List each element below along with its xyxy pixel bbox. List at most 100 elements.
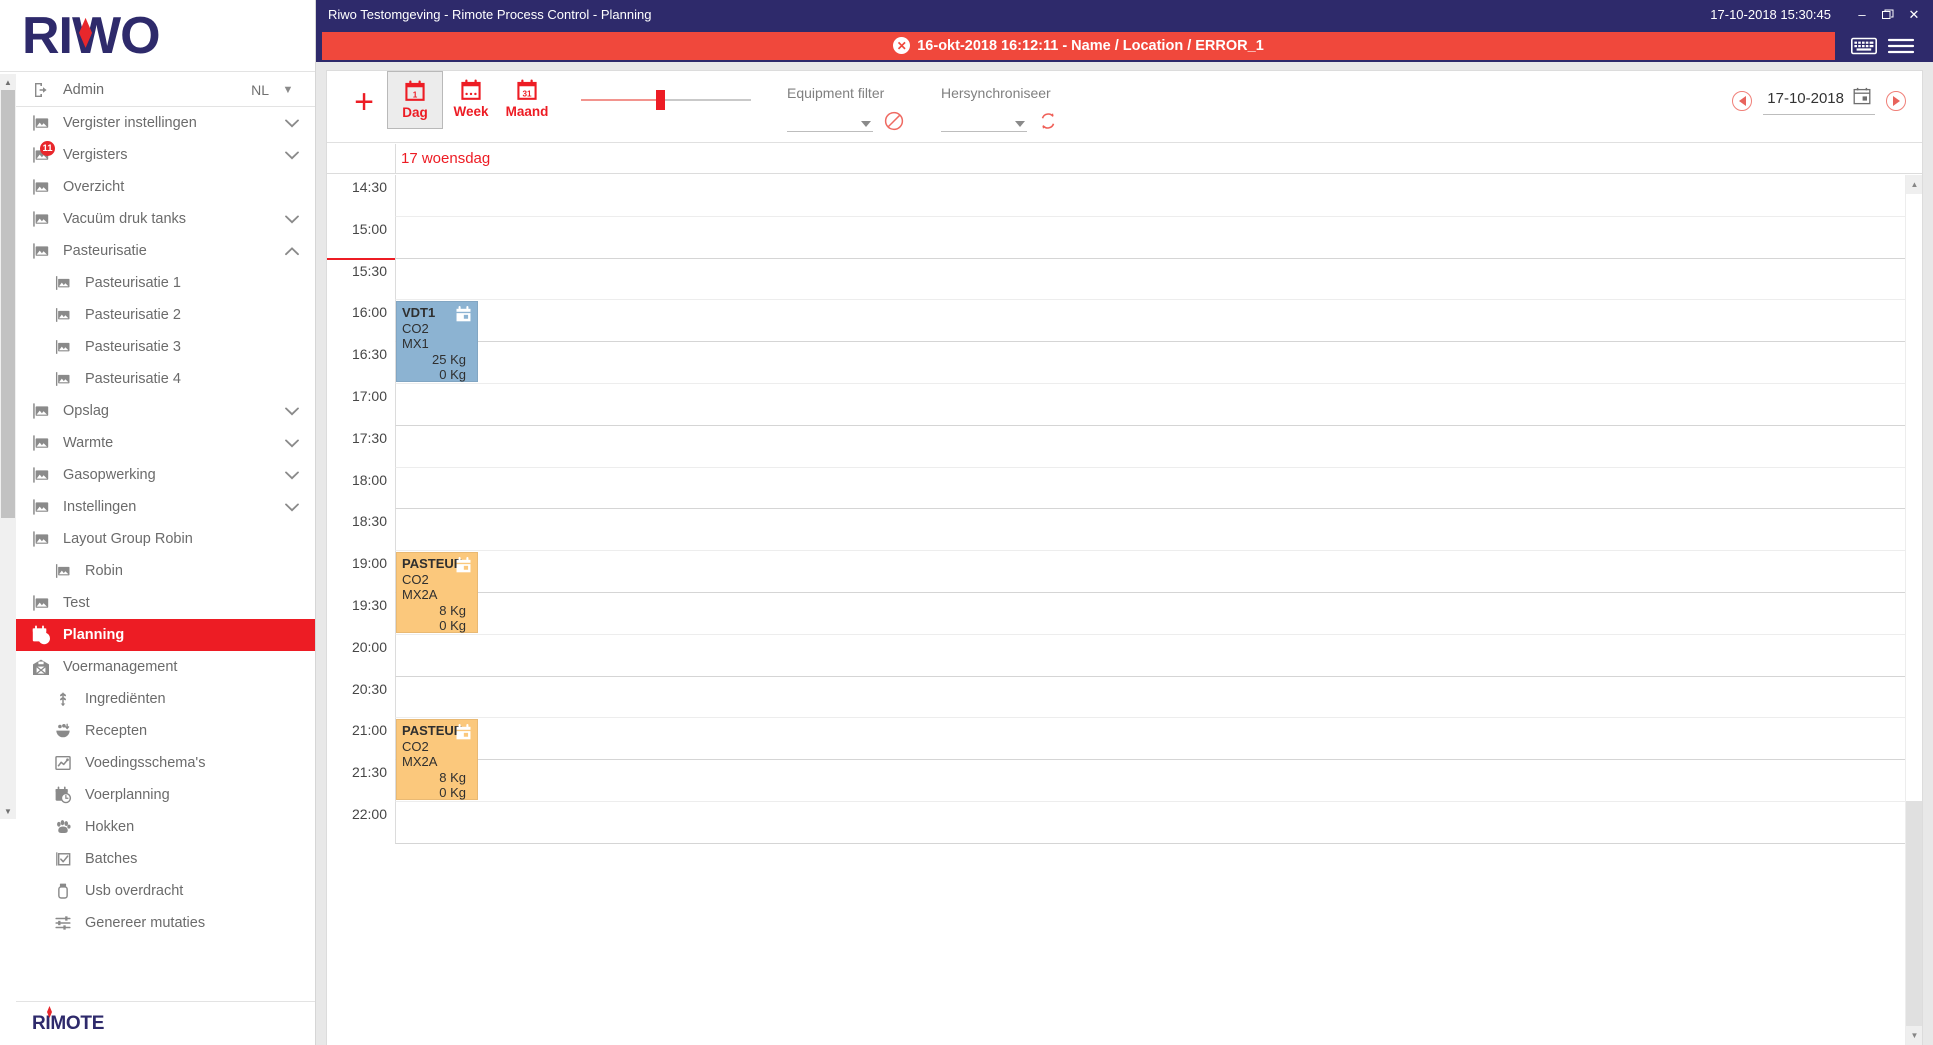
calendar-time-row[interactable]: 18:30 — [327, 509, 1922, 552]
calendar-time-row[interactable]: 17:30 — [327, 425, 1922, 468]
sidebar-item-usb-overdracht[interactable]: Usb overdracht — [16, 875, 315, 907]
day-header-label[interactable]: 17 woensdag — [395, 144, 1922, 173]
calendar-time-slot[interactable] — [395, 216, 1922, 259]
calendar-time-row[interactable]: 21:00 — [327, 718, 1922, 761]
chevron-down-icon[interactable] — [279, 503, 305, 512]
calendar-time-slot[interactable] — [395, 509, 1922, 552]
sidebar-item-pasteurisatie-1[interactable]: Pasteurisatie 1 — [16, 267, 315, 299]
sidebar-scrollbar[interactable]: ▲ ▼ — [0, 74, 16, 819]
calendar-time-row[interactable]: 15:00 — [327, 216, 1922, 259]
calendar-time-row[interactable]: 14:30 — [327, 175, 1922, 217]
zoom-slider-track[interactable] — [581, 90, 751, 111]
add-event-button[interactable]: + — [341, 71, 387, 133]
refresh-sync-icon[interactable] — [1037, 110, 1059, 132]
sidebar-item-gasopwerking[interactable]: Gasopwerking — [16, 459, 315, 491]
minimize-button[interactable]: – — [1849, 4, 1875, 26]
calendar-time-row[interactable]: 16:00 — [327, 300, 1922, 343]
calendar-time-row[interactable]: 20:30 — [327, 676, 1922, 719]
equipment-filter-select[interactable] — [787, 110, 873, 132]
sidebar-item-pasteurisatie-2[interactable]: Pasteurisatie 2 — [16, 299, 315, 331]
sidebar-item-voedingsschema-s[interactable]: Voedingsschema's — [16, 747, 315, 779]
sidebar-item-hokken[interactable]: Hokken — [16, 811, 315, 843]
scroll-up-arrow-icon[interactable]: ▲ — [1906, 175, 1922, 194]
sidebar-item-recepten[interactable]: Recepten — [16, 715, 315, 747]
sidebar-item-layout-group-robin[interactable]: Layout Group Robin — [16, 523, 315, 555]
calendar-time-row[interactable]: 15:30 — [327, 258, 1922, 301]
chevron-down-icon[interactable] — [279, 119, 305, 128]
sidebar-item-pasteurisatie[interactable]: Pasteurisatie — [16, 235, 315, 267]
calendar-time-row[interactable]: 19:00 — [327, 551, 1922, 593]
calendar-time-slot[interactable] — [395, 467, 1922, 510]
view-button-dag[interactable]: 1 Dag — [387, 71, 443, 129]
calendar-time-slot[interactable] — [395, 383, 1922, 426]
date-picker-field[interactable]: 17-10-2018 — [1763, 87, 1875, 115]
calendar-time-slot[interactable] — [395, 718, 1922, 761]
calendar-picker-icon[interactable] — [1853, 87, 1871, 110]
sidebar-item-warmte[interactable]: Warmte — [16, 427, 315, 459]
sidebar-item-pasteurisatie-3[interactable]: Pasteurisatie 3 — [16, 331, 315, 363]
calendar-time-row[interactable]: 18:00 — [327, 467, 1922, 510]
restore-button[interactable] — [1875, 4, 1901, 26]
block-forbidden-icon[interactable] — [883, 110, 905, 132]
sidebar-item-voermanagement[interactable]: Voermanagement — [16, 651, 315, 683]
sidebar-item-vacu-m-druk-tanks[interactable]: Vacuüm druk tanks — [16, 203, 315, 235]
chevron-left-circle-icon[interactable] — [1732, 91, 1753, 111]
sidebar-item-genereer-mutaties[interactable]: Genereer mutaties — [16, 907, 315, 939]
chevron-down-icon[interactable] — [279, 151, 305, 160]
calendar-time-slot[interactable] — [395, 592, 1922, 635]
calendar-time-row[interactable]: 16:30 — [327, 342, 1922, 384]
calendar-event[interactable]: PASTEUR CO2 MX2A 8 Kg 0 Kg — [396, 552, 478, 633]
sidebar-item-voerplanning[interactable]: Voerplanning — [16, 779, 315, 811]
sidebar-account-row[interactable]: Admin NL ▼ — [16, 74, 315, 107]
chevron-down-icon[interactable]: ▼ — [275, 84, 301, 96]
calendar-time-slot[interactable] — [395, 551, 1922, 593]
scroll-down-arrow-icon[interactable]: ▼ — [1906, 1026, 1922, 1045]
calendar-time-slot[interactable] — [395, 425, 1922, 468]
resync-select[interactable] — [941, 110, 1027, 132]
hamburger-menu-icon[interactable] — [1887, 36, 1915, 56]
calendar-time-row[interactable]: 20:00 — [327, 634, 1922, 677]
sidebar-item-ingredi-nten[interactable]: Ingrediënten — [16, 683, 315, 715]
sidebar-item-overzicht[interactable]: Overzicht — [16, 171, 315, 203]
zoom-slider-thumb[interactable] — [655, 90, 665, 111]
keyboard-icon[interactable] — [1851, 37, 1877, 55]
chevron-up-icon[interactable] — [279, 246, 305, 256]
calendar-grid[interactable]: 14:30 15:00 15:30 16:00 16:30 17:00 17:30 18:00… — [327, 175, 1922, 1045]
chevron-down-icon[interactable] — [279, 439, 305, 448]
calendar-time-slot[interactable] — [395, 300, 1922, 343]
calendar-event[interactable]: PASTEUR CO2 MX2A 8 Kg 0 Kg — [396, 719, 478, 800]
sidebar-item-instellingen[interactable]: Instellingen — [16, 491, 315, 523]
view-button-maand[interactable]: 31 Maand — [499, 71, 555, 129]
calendar-time-row[interactable]: 19:30 — [327, 592, 1922, 635]
error-banner[interactable]: ✕ 16-okt-2018 16:12:11 - Name / Location… — [322, 31, 1835, 60]
sidebar-item-pasteurisatie-4[interactable]: Pasteurisatie 4 — [16, 363, 315, 395]
chevron-down-icon[interactable] — [279, 471, 305, 480]
calendar-time-row[interactable]: 17:00 — [327, 383, 1922, 426]
calendar-time-slot[interactable] — [395, 634, 1922, 677]
chevron-right-circle-icon[interactable] — [1886, 91, 1906, 111]
calendar-scroll-thumb[interactable] — [1906, 801, 1922, 1045]
calendar-time-slot[interactable] — [395, 175, 1922, 217]
view-button-week[interactable]: Week — [443, 71, 499, 129]
calendar-time-slot[interactable] — [395, 760, 1922, 802]
sidebar-item-vergister-instellingen[interactable]: Vergister instellingen — [16, 107, 315, 139]
sidebar-item-planning[interactable]: Planning — [16, 619, 315, 651]
calendar-time-row[interactable]: 21:30 — [327, 760, 1922, 802]
chevron-down-icon[interactable] — [279, 215, 305, 224]
sidebar-item-vergisters[interactable]: 11 Vergisters — [16, 139, 315, 171]
sidebar-item-robin[interactable]: Robin — [16, 555, 315, 587]
calendar-time-slot[interactable] — [395, 801, 1922, 844]
sidebar-item-test[interactable]: Test — [16, 587, 315, 619]
calendar-time-row[interactable]: 22:00 — [327, 801, 1922, 844]
chevron-down-icon[interactable] — [279, 407, 305, 416]
zoom-slider[interactable] — [581, 71, 751, 129]
calendar-event[interactable]: VDT1 CO2 MX1 25 Kg 0 Kg — [396, 301, 478, 382]
calendar-time-slot[interactable] — [395, 676, 1922, 719]
close-button[interactable]: ✕ — [1901, 4, 1927, 26]
scroll-down-arrow-icon[interactable]: ▼ — [0, 803, 16, 819]
scroll-up-arrow-icon[interactable]: ▲ — [0, 74, 16, 90]
calendar-time-slot[interactable] — [395, 258, 1922, 301]
sidebar-item-opslag[interactable]: Opslag — [16, 395, 315, 427]
sidebar-scroll-thumb[interactable] — [1, 90, 15, 518]
sidebar-item-batches[interactable]: Batches — [16, 843, 315, 875]
